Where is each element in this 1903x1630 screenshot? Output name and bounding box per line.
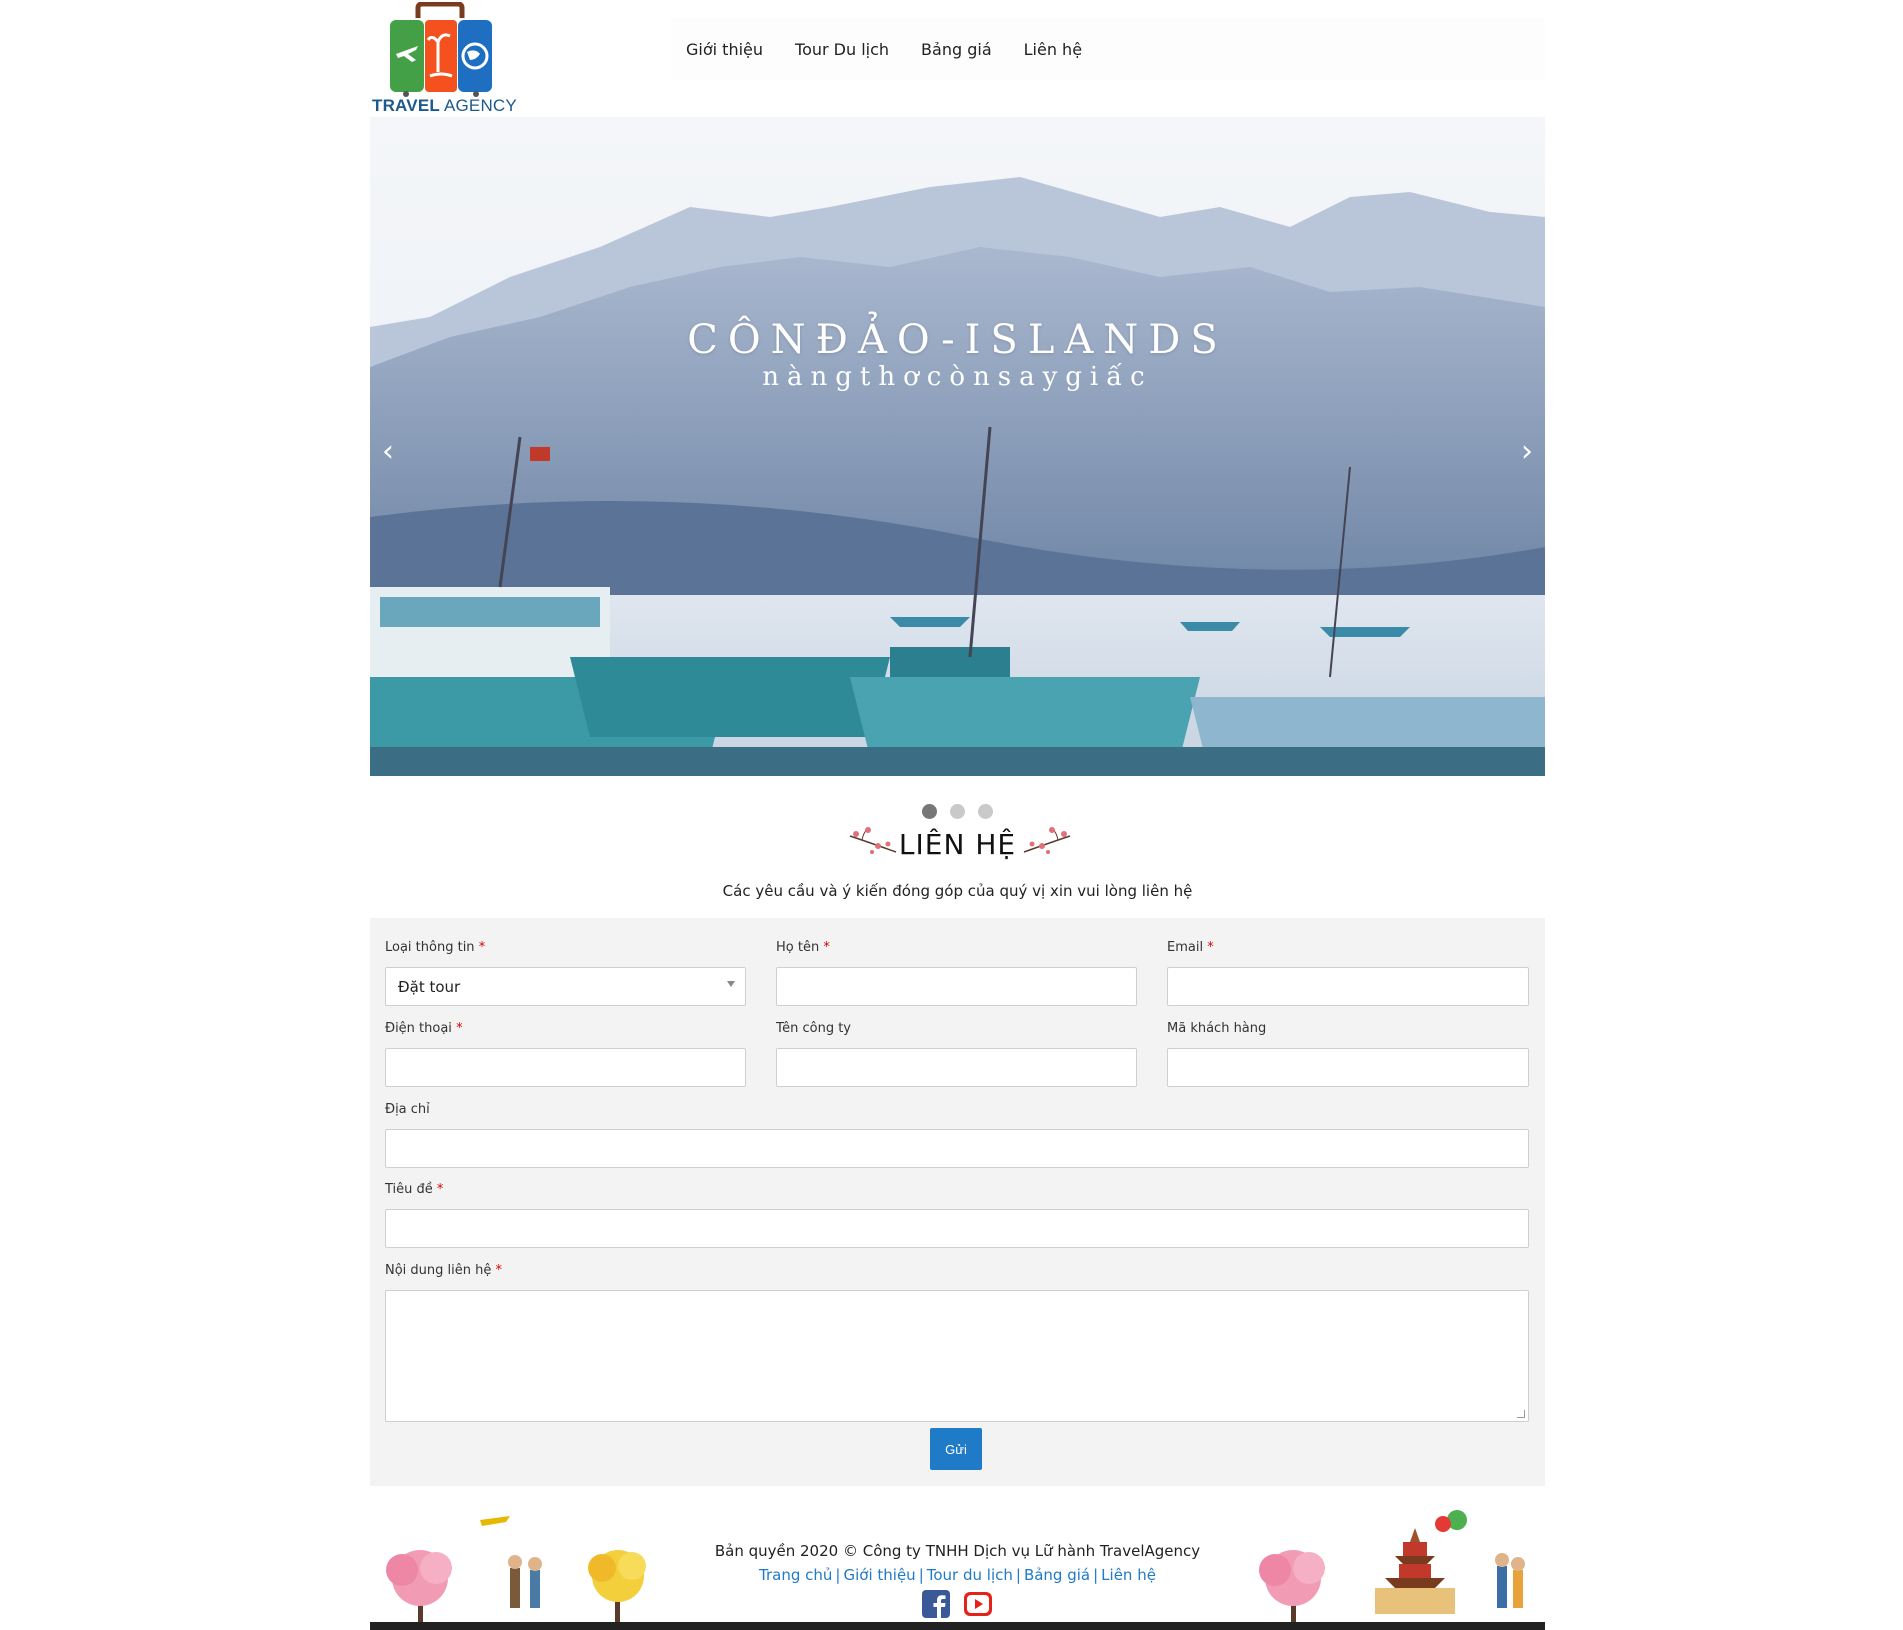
nav-item-tour-du-lich[interactable]: Tour Du lịch — [795, 40, 889, 59]
footer-link-home[interactable]: Trang chủ — [759, 1566, 832, 1584]
nav-item-gioi-thieu[interactable]: Giới thiệu — [686, 40, 763, 59]
slider-dot[interactable] — [921, 804, 937, 819]
slide-image — [370, 117, 1545, 776]
field-label: Điện thoại * — [385, 1021, 463, 1036]
nav-item-bang-gia[interactable]: Bảng giá — [921, 40, 992, 59]
slider-dots — [370, 804, 1545, 823]
field-label: Loại thông tin * — [385, 940, 486, 955]
field-label: Họ tên * — [776, 940, 830, 955]
slider-dot[interactable] — [950, 804, 965, 819]
address-input[interactable] — [385, 1129, 1529, 1168]
field-subject: Tiêu đề * — [385, 1182, 1529, 1248]
type-select[interactable]: Đặt tour — [385, 967, 746, 1006]
facebook-icon[interactable] — [921, 1590, 950, 1622]
message-textarea[interactable] — [385, 1290, 1529, 1422]
company-input[interactable] — [776, 1048, 1137, 1087]
slider-dot[interactable] — [978, 804, 994, 819]
suitcase-logo-icon — [390, 1, 492, 97]
email-input[interactable] — [1167, 967, 1529, 1006]
customer-code-input[interactable] — [1167, 1048, 1529, 1087]
main-nav: Giới thiệu Tour Du lịch Bảng giá Liên hệ — [670, 18, 1545, 80]
copyright-text: Bản quyền 2020 © Công ty TNHH Dịch vụ Lữ… — [714, 1542, 1201, 1560]
field-label: Email * — [1167, 940, 1214, 955]
chevron-down-icon — [727, 981, 735, 987]
page-wrapper: TRAVEL AGENCY Giới thiệu Tour Du lịch Bả… — [370, 0, 1545, 1630]
field-label: Nội dung liên hệ * — [385, 1263, 503, 1278]
hero-slider: CÔNĐẢO-ISLANDS nàngthơcònsaygiấc ‹ › — [370, 117, 1545, 776]
field-label: Tên công ty — [776, 1021, 851, 1036]
slider-next-arrow[interactable]: › — [1521, 437, 1533, 467]
name-input[interactable] — [776, 967, 1137, 1006]
social-links — [370, 1590, 1545, 1622]
contact-heading: LIÊN HỆ — [370, 822, 1545, 872]
contact-title: LIÊN HỆ — [898, 828, 1017, 861]
field-label: Tiêu đề * — [385, 1182, 444, 1197]
submit-button[interactable]: Gửi — [930, 1428, 982, 1470]
contact-form: Loại thông tin * Đặt tour Họ tên * Email… — [370, 918, 1545, 1486]
field-company: Tên công ty — [776, 1021, 1137, 1087]
site-header: TRAVEL AGENCY Giới thiệu Tour Du lịch Bả… — [370, 0, 1545, 117]
footer-link-prices[interactable]: Bảng giá — [1024, 1566, 1090, 1584]
field-message: Nội dung liên hệ * — [385, 1263, 1529, 1422]
resize-handle-icon[interactable] — [1517, 1410, 1525, 1418]
footer-bar — [370, 1622, 1545, 1630]
footer-link-tours[interactable]: Tour du lịch — [927, 1566, 1013, 1584]
cherry-blossom-right-icon — [1023, 827, 1071, 854]
site-footer: Bản quyền 2020 © Công ty TNHH Dịch vụ Lữ… — [370, 1508, 1545, 1630]
field-label: Địa chỉ — [385, 1102, 430, 1117]
footer-link-about[interactable]: Giới thiệu — [843, 1566, 915, 1584]
slider-prev-arrow[interactable]: ‹ — [382, 437, 394, 467]
field-customer-code: Mã khách hàng — [1167, 1021, 1529, 1087]
subject-input[interactable] — [385, 1209, 1529, 1248]
phone-input[interactable] — [385, 1048, 746, 1087]
contact-description: Các yêu cầu và ý kiến đóng góp của quý v… — [722, 882, 1193, 900]
field-label: Mã khách hàng — [1167, 1021, 1267, 1036]
nav-item-lien-he[interactable]: Liên hệ — [1024, 40, 1082, 59]
field-phone: Điện thoại * — [385, 1021, 746, 1087]
footer-links: Trang chủ | Giới thiệu | Tour du lịch | Bảng g… — [759, 1566, 1156, 1584]
field-type: Loại thông tin * Đặt tour — [385, 940, 746, 1006]
youtube-icon[interactable] — [963, 1590, 993, 1622]
field-address: Địa chỉ — [385, 1102, 1529, 1168]
field-name: Họ tên * — [776, 940, 1137, 1006]
field-email: Email * — [1167, 940, 1529, 1006]
slide-subtitle: nàngthơcònsaygiấc — [762, 362, 1153, 392]
slide-title: CÔNĐẢO-ISLANDS — [687, 317, 1228, 363]
footer-link-contact[interactable]: Liên hệ — [1101, 1566, 1156, 1584]
logo-wordmark: TRAVEL AGENCY — [372, 96, 517, 115]
